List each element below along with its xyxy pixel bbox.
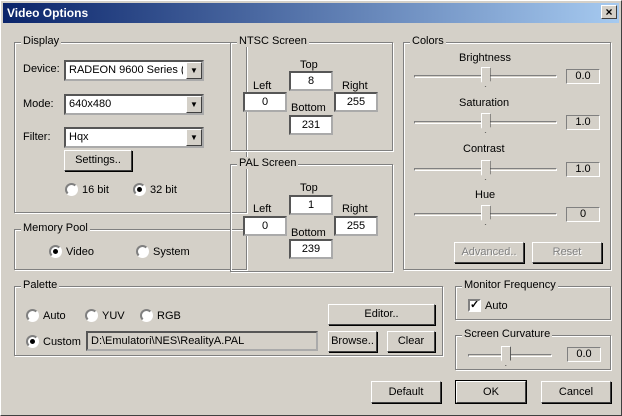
ntsc-left-input[interactable]: 0 [243, 92, 287, 112]
memory-pool-group: Memory Pool Video System [14, 222, 247, 270]
radio-rgb[interactable] [140, 309, 153, 322]
ntsc-bottom-label: Bottom [291, 102, 326, 114]
device-value: RADEON 9600 Series (Or [69, 64, 183, 76]
memory-pool-title: Memory Pool [21, 222, 90, 234]
palette-title: Palette [21, 279, 60, 291]
monitor-frequency-title: Monitor Frequency [462, 279, 558, 291]
radio-video-label: Video [66, 246, 94, 258]
ntsc-title: NTSC Screen [237, 35, 309, 47]
pal-right-input[interactable]: 255 [334, 216, 378, 236]
saturation-slider[interactable] [480, 113, 491, 133]
ntsc-bottom-input[interactable]: 231 [289, 115, 333, 135]
curvature-slider[interactable] [500, 346, 511, 366]
ntsc-top-label: Top [300, 59, 318, 71]
radio-system-label: System [153, 246, 190, 258]
pal-left-input[interactable]: 0 [243, 216, 287, 236]
radio-auto[interactable] [26, 309, 39, 322]
brightness-label: Brightness [459, 52, 511, 64]
screen-curvature-group: Screen Curvature 0.0 [455, 328, 611, 370]
radio-32bit-label: 32 bit [150, 184, 177, 196]
chevron-down-icon: ▼ [186, 129, 202, 146]
contrast-label: Contrast [463, 143, 505, 155]
pal-title: PAL Screen [237, 157, 299, 169]
close-button[interactable]: × [601, 5, 617, 19]
colors-title: Colors [410, 35, 446, 47]
settings-button[interactable]: Settings.. [64, 150, 132, 171]
device-label: Device: [23, 63, 60, 75]
curvature-value: 0.0 [567, 347, 601, 362]
contrast-slider[interactable] [480, 160, 491, 180]
radio-custom[interactable] [26, 335, 39, 348]
video-options-dialog: Video Options × Display Device: RADEON 9… [0, 0, 622, 416]
reset-button[interactable]: Reset [532, 242, 602, 263]
auto-checkbox[interactable]: ✓ [468, 299, 481, 312]
device-select[interactable]: RADEON 9600 Series (Or ▼ [64, 60, 204, 81]
editor-button[interactable]: Editor.. [328, 304, 435, 325]
title-bar: Video Options × [3, 3, 619, 23]
brightness-slider[interactable] [480, 67, 491, 87]
hue-value: 0 [566, 207, 600, 222]
radio-yuv[interactable] [85, 309, 98, 322]
ntsc-top-input[interactable]: 8 [289, 71, 333, 91]
pal-bottom-input[interactable]: 239 [289, 239, 333, 259]
monitor-frequency-group: Monitor Frequency ✓ Auto [455, 279, 611, 320]
filter-select[interactable]: Hqx ▼ [64, 127, 204, 148]
pal-bottom-label: Bottom [291, 227, 326, 239]
chevron-down-icon: ▼ [186, 96, 202, 113]
filter-label: Filter: [23, 131, 51, 143]
chevron-down-icon: ▼ [186, 62, 202, 79]
pal-screen-group: PAL Screen Top 1 Left Right 0 255 Bottom… [230, 157, 393, 272]
hue-label: Hue [475, 189, 496, 201]
advanced-button[interactable]: Advanced.. [454, 242, 524, 263]
display-group: Display Device: RADEON 9600 Series (Or ▼… [14, 35, 247, 213]
ok-button[interactable]: OK [455, 380, 527, 404]
radio-custom-label: Custom [43, 336, 81, 348]
radio-16bit[interactable] [65, 183, 78, 196]
radio-video[interactable] [49, 245, 62, 258]
mode-select[interactable]: 640x480 ▼ [64, 94, 204, 115]
auto-checkbox-label: Auto [485, 300, 508, 312]
ntsc-left-label: Left [253, 80, 272, 92]
ntsc-right-label: Right [342, 80, 368, 92]
radio-auto-label: Auto [43, 310, 66, 322]
screen-curvature-title: Screen Curvature [462, 328, 553, 340]
mode-value: 640x480 [69, 98, 112, 110]
brightness-value: 0.0 [566, 69, 600, 84]
radio-rgb-label: RGB [157, 310, 181, 322]
display-group-title: Display [21, 35, 62, 47]
clear-button[interactable]: Clear [387, 331, 435, 352]
default-button[interactable]: Default [371, 381, 441, 403]
saturation-label: Saturation [459, 97, 510, 109]
ntsc-screen-group: NTSC Screen Top 8 Left Right 0 255 Botto… [230, 35, 393, 151]
palette-group: Palette Auto YUV RGB Editor.. Custom D:\… [14, 279, 443, 356]
pal-left-label: Left [253, 203, 272, 215]
pal-top-label: Top [300, 182, 318, 194]
colors-group: Colors Brightness 0.0 Saturation 1.0 Con… [403, 35, 611, 270]
cancel-button[interactable]: Cancel [541, 381, 611, 403]
checkmark-icon: ✓ [470, 299, 480, 311]
mode-label: Mode: [23, 98, 54, 110]
browse-button[interactable]: Browse.. [328, 331, 377, 352]
radio-system[interactable] [136, 245, 149, 258]
radio-yuv-label: YUV [102, 310, 125, 322]
contrast-value: 1.0 [566, 162, 600, 177]
pal-right-label: Right [342, 203, 368, 215]
hue-slider[interactable] [480, 205, 491, 225]
radio-32bit[interactable] [133, 183, 146, 196]
window-title: Video Options [7, 6, 89, 20]
pal-top-input[interactable]: 1 [289, 195, 333, 215]
ntsc-right-input[interactable]: 255 [334, 92, 378, 112]
saturation-value: 1.0 [566, 115, 600, 130]
radio-16bit-label: 16 bit [82, 184, 109, 196]
filter-value: Hqx [69, 131, 89, 143]
palette-path-field[interactable]: D:\Emulatori\NES\RealityA.PAL [86, 331, 318, 351]
